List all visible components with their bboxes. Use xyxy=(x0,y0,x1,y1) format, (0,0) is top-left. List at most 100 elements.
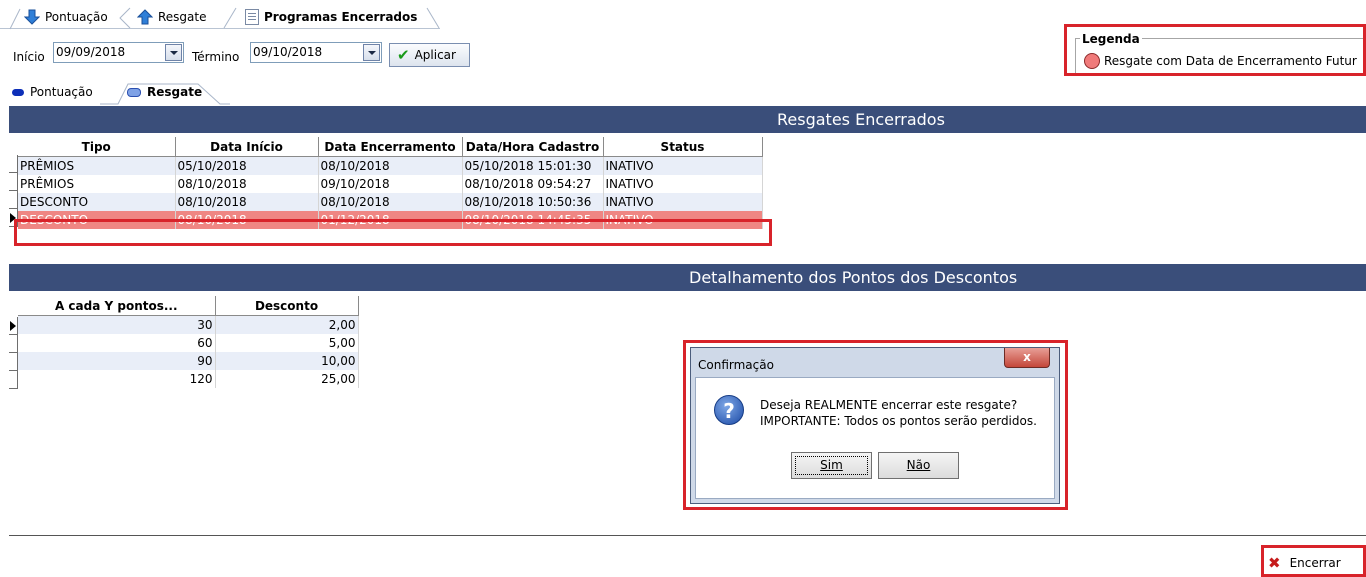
cell: 5,00 xyxy=(215,334,359,352)
row-indicator xyxy=(9,173,18,191)
footer-divider xyxy=(9,535,1366,536)
cell: 05/10/2018 15:01:30 xyxy=(462,156,604,175)
encerrar-button[interactable]: ✖ Encerrar xyxy=(1268,553,1341,573)
cell: 2,00 xyxy=(215,315,359,334)
close-x-icon: ✖ xyxy=(1268,554,1281,572)
document-icon xyxy=(245,9,259,25)
row-indicator xyxy=(9,191,18,209)
sub-tab-label: Resgate xyxy=(147,85,203,99)
termino-date-value: 09/10/2018 xyxy=(253,45,323,59)
cell: 05/10/2018 xyxy=(175,156,319,175)
legend-item-text: Resgate com Data de Encerramento Futur xyxy=(1104,54,1357,68)
tab-separator xyxy=(119,7,131,29)
sub-tab-label: Pontuação xyxy=(30,85,93,99)
cell: INATIVO xyxy=(603,175,763,193)
sim-button[interactable]: Sim xyxy=(791,452,872,479)
red-circle-icon xyxy=(1084,53,1100,69)
column-header-status[interactable]: Status xyxy=(603,137,763,157)
inicio-date-value: 09/09/2018 xyxy=(56,45,126,59)
column-header-data-inicio[interactable]: Data Início xyxy=(175,137,319,157)
column-header-pontos[interactable]: A cada Y pontos... xyxy=(18,296,216,316)
table-row[interactable]: DESCONTO 08/10/2018 08/10/2018 08/10/201… xyxy=(18,193,763,211)
detalhamento-section-title: Detalhamento dos Pontos dos Descontos xyxy=(689,268,1018,287)
close-button[interactable]: x xyxy=(1004,348,1050,368)
cell: 30 xyxy=(18,315,216,334)
arrow-up-icon xyxy=(137,9,153,25)
aplicar-button-label: Aplicar xyxy=(414,48,456,62)
row-indicator xyxy=(9,155,18,173)
column-header-desconto[interactable]: Desconto xyxy=(215,296,359,316)
cell: 08/10/2018 xyxy=(175,175,319,193)
inicio-label: Início xyxy=(13,50,45,64)
sub-tab-resgate[interactable]: Resgate xyxy=(127,82,202,102)
cell: DESCONTO xyxy=(18,193,176,211)
chevron-down-icon[interactable] xyxy=(165,44,182,61)
close-icon: x xyxy=(1023,350,1031,364)
cell: INATIVO xyxy=(603,193,763,211)
selected-row-annotation-box xyxy=(14,219,772,246)
detalhamento-table: A cada Y pontos... Desconto 30 2,00 60 5… xyxy=(18,296,359,388)
current-row-indicator xyxy=(9,317,18,335)
column-header-data-encerramento[interactable]: Data Encerramento xyxy=(318,137,463,157)
cell: PRÊMIOS xyxy=(18,156,176,175)
top-tab-resgate[interactable]: Resgate xyxy=(137,6,207,28)
cell: 08/10/2018 xyxy=(318,156,463,175)
cell: 10,00 xyxy=(215,352,359,370)
table-header-row: Tipo Data Início Data Encerramento Data/… xyxy=(18,137,763,157)
legend-title: Legenda xyxy=(1080,32,1142,46)
cell: 09/10/2018 xyxy=(318,175,463,193)
blue-pill-icon xyxy=(12,88,24,96)
row-indicator-header xyxy=(9,137,18,155)
encerrar-button-label: Encerrar xyxy=(1289,556,1341,570)
table-row[interactable]: PRÊMIOS 08/10/2018 09/10/2018 08/10/2018… xyxy=(18,175,763,193)
aplicar-button[interactable]: ✔ Aplicar xyxy=(389,43,470,67)
top-tab-label: Resgate xyxy=(158,10,207,24)
table-row[interactable]: 90 10,00 xyxy=(18,352,359,370)
cell: 120 xyxy=(18,370,216,388)
dialog-title: Confirmação xyxy=(698,358,774,372)
dialog-body: ? Deseja REALMENTE encerrar este resgate… xyxy=(695,377,1055,499)
check-icon: ✔ xyxy=(397,46,410,64)
column-header-data-hora-cadastro[interactable]: Data/Hora Cadastro xyxy=(462,137,604,157)
confirmation-dialog: Confirmação x ? Deseja REALMENTE encerra… xyxy=(690,347,1060,504)
table-row[interactable]: PRÊMIOS 05/10/2018 08/10/2018 05/10/2018… xyxy=(18,156,763,175)
sub-tab-pontuacao[interactable]: Pontuação xyxy=(12,82,93,102)
top-tab-programas-encerrados[interactable]: Programas Encerrados xyxy=(245,6,417,28)
cell: 08/10/2018 09:54:27 xyxy=(462,175,604,193)
cell: 08/10/2018 xyxy=(175,193,319,211)
chevron-down-icon[interactable] xyxy=(363,44,380,61)
cell: 60 xyxy=(18,334,216,352)
inicio-date-field[interactable]: 09/09/2018 xyxy=(53,42,184,63)
top-tab-label: Pontuação xyxy=(45,10,108,24)
row-indicator xyxy=(9,371,18,389)
top-tabs-baseline xyxy=(0,28,440,29)
cell: INATIVO xyxy=(603,156,763,175)
nao-button-label: Não xyxy=(906,458,931,472)
dialog-message-line1: Deseja REALMENTE encerrar este resgate? xyxy=(760,398,1018,412)
top-tab-label: Programas Encerrados xyxy=(264,10,418,24)
top-tab-pontuacao[interactable]: Pontuação xyxy=(24,6,108,28)
resgates-table: Tipo Data Início Data Encerramento Data/… xyxy=(18,137,763,229)
table-row[interactable]: 60 5,00 xyxy=(18,334,359,352)
cell: 25,00 xyxy=(215,370,359,388)
table-header-row: A cada Y pontos... Desconto xyxy=(18,296,359,316)
resgates-section-title: Resgates Encerrados xyxy=(777,110,945,129)
termino-date-field[interactable]: 09/10/2018 xyxy=(250,42,382,63)
nao-button[interactable]: Não xyxy=(878,452,959,479)
cell: 08/10/2018 xyxy=(318,193,463,211)
question-icon: ? xyxy=(714,395,744,425)
cell: 90 xyxy=(18,352,216,370)
sim-button-label: Sim xyxy=(820,458,843,472)
row-indicator xyxy=(9,353,18,371)
column-header-tipo[interactable]: Tipo xyxy=(18,137,176,157)
blue-pill-icon xyxy=(127,87,141,97)
termino-label: Término xyxy=(192,50,240,64)
row-indicator xyxy=(9,335,18,353)
resgates-section-header: Resgates Encerrados xyxy=(9,106,1366,133)
arrow-down-icon xyxy=(24,9,40,25)
tab-separator xyxy=(426,7,440,29)
detalhamento-section-header: Detalhamento dos Pontos dos Descontos xyxy=(9,264,1366,291)
table-row[interactable]: 120 25,00 xyxy=(18,370,359,388)
dialog-message-line2: IMPORTANTE: Todos os pontos serão perdid… xyxy=(760,414,1037,428)
table-row[interactable]: 30 2,00 xyxy=(18,315,359,334)
